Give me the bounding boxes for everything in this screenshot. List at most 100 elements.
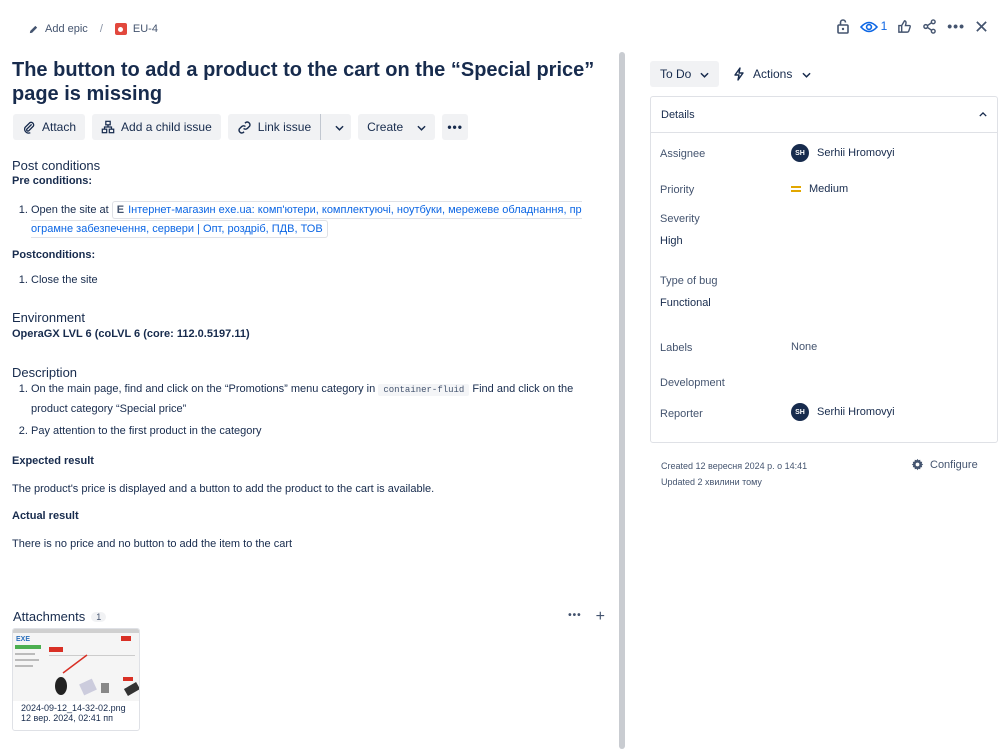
chevron-down-icon: [802, 67, 811, 81]
link-issue-dropdown[interactable]: [327, 114, 351, 140]
details-panel: Details Assignee SH Serhii Hromovyi Prio…: [650, 96, 998, 443]
add-child-label: Add a child issue: [121, 120, 212, 134]
issue-description[interactable]: Post conditions Pre conditions: Open the…: [12, 158, 612, 550]
status-dropdown[interactable]: To Do: [650, 61, 720, 87]
expected-result-text: The product's price is displayed and a b…: [12, 483, 435, 495]
development-label: Development: [660, 377, 725, 389]
pencil-icon: [28, 23, 39, 35]
attachment-preview-image: EXE: [13, 629, 139, 701]
paperclip-icon: [22, 120, 36, 135]
created-timestamp: Created 12 вересня 2024 р. о 14:41: [661, 461, 808, 471]
lightning-icon: [733, 67, 745, 82]
gear-icon: [911, 458, 924, 471]
expected-result-label: Expected result: [12, 455, 94, 467]
attachment-thumbnail[interactable]: EXE 2024-09-12_14-32-02.png 12 вер. 2024…: [12, 628, 140, 731]
environment-heading: Environment: [12, 310, 85, 325]
more-options-icon[interactable]: •••: [947, 18, 965, 34]
status-label: To Do: [660, 67, 692, 81]
issue-top-actions: 1 •••: [836, 18, 988, 34]
issue-toolbar: Attach Add a child issue Link issue Crea…: [13, 114, 469, 140]
link-issue-split-button: Link issue: [227, 114, 352, 140]
steps-list: On the main page, find and click on the …: [12, 380, 612, 441]
actual-result-label: Actual result: [12, 510, 79, 522]
attachments-title: Attachments 1: [13, 609, 107, 624]
attachments-actions: ••• +: [568, 608, 605, 624]
create-button[interactable]: Create: [358, 114, 436, 140]
postconditions-label: Postconditions:: [12, 249, 96, 261]
labels-value[interactable]: None: [791, 341, 817, 353]
avatar: SH: [791, 144, 809, 162]
more-actions-button[interactable]: •••: [442, 114, 469, 140]
post-conditions-heading: Post conditions: [12, 158, 101, 173]
chevron-up-icon: [979, 109, 987, 121]
breadcrumb: Add epic / EU-4: [28, 20, 158, 38]
add-epic-link[interactable]: Add epic: [45, 23, 88, 35]
priority-medium-icon: [791, 186, 801, 192]
svg-text:EXE: EXE: [16, 636, 30, 643]
watch-button[interactable]: 1: [859, 19, 888, 33]
add-attachment-icon[interactable]: +: [596, 608, 605, 624]
site-link-text: Інтернет-магазин exe.ua: комп'ютери, ком…: [31, 204, 582, 235]
breadcrumb-separator: /: [99, 23, 103, 35]
attachments-heading: Attachments: [13, 609, 86, 624]
content-scrollbar[interactable]: [619, 52, 625, 749]
attach-label: Attach: [42, 120, 77, 134]
actions-label: Actions: [753, 67, 793, 81]
actual-result-text: There is no price and no button to add t…: [12, 538, 293, 550]
pre-conditions-list: Open the site at EІнтернет-магазин exe.u…: [12, 201, 612, 239]
environment-value: OperaGX LVL 6 (coLVL 6 (core: 112.0.5197…: [12, 328, 250, 340]
lock-icon[interactable]: [836, 18, 850, 34]
pre-conditions-label: Pre conditions:: [12, 175, 93, 187]
bug-type-icon: [114, 23, 127, 35]
attachment-date: 12 вер. 2024, 02:41 пп: [21, 713, 113, 723]
issue-timestamps: Created 12 вересня 2024 р. о 14:41 Updat…: [661, 458, 807, 490]
details-header[interactable]: Details: [651, 97, 997, 133]
attach-button[interactable]: Attach: [13, 114, 86, 140]
list-item: Close the site: [31, 271, 612, 290]
type-of-bug-value[interactable]: Functional: [660, 297, 711, 309]
assignee-field[interactable]: SH Serhii Hromovyi: [791, 144, 895, 162]
step-text: On the main page, find and click on the …: [31, 383, 376, 395]
list-item: Pay attention to the first product in th…: [31, 422, 612, 441]
share-icon[interactable]: [922, 18, 937, 34]
issue-title[interactable]: The button to add a product to the cart …: [12, 58, 612, 106]
reporter-value: Serhii Hromovyi: [817, 406, 895, 418]
severity-label: Severity: [660, 213, 700, 225]
priority-field[interactable]: Medium: [791, 183, 848, 195]
link-issue-button[interactable]: Link issue: [228, 114, 322, 140]
attachment-caption: 2024-09-12_14-32-02.png 12 вер. 2024, 02…: [13, 701, 139, 725]
close-icon[interactable]: [975, 19, 988, 33]
actions-dropdown[interactable]: Actions: [733, 61, 811, 87]
assignee-label: Assignee: [660, 148, 706, 160]
assignee-value: Serhii Hromovyi: [817, 147, 895, 159]
postconditions-list: Close the site: [12, 271, 612, 290]
chevron-down-icon: [335, 120, 344, 134]
issue-key-link[interactable]: EU-4: [133, 23, 158, 35]
chevron-down-icon: [417, 120, 426, 134]
reporter-label: Reporter: [660, 408, 703, 420]
page-icon: E: [116, 204, 125, 216]
attachment-file-name: 2024-09-12_14-32-02.png: [21, 703, 126, 713]
severity-value[interactable]: High: [660, 235, 683, 247]
priority-value: Medium: [809, 183, 849, 195]
configure-label: Configure: [930, 458, 978, 471]
watch-count: 1: [880, 19, 888, 33]
add-child-issue-button[interactable]: Add a child issue: [92, 114, 221, 140]
updated-timestamp: Updated 2 хвилини тому: [661, 477, 762, 487]
list-item: Open the site at EІнтернет-магазин exe.u…: [31, 201, 612, 239]
list-item-text: Open the site at: [31, 204, 109, 216]
chevron-down-icon: [700, 67, 709, 81]
attachments-header: Attachments 1 ••• +: [13, 608, 605, 624]
reporter-field[interactable]: SH Serhii Hromovyi: [791, 403, 895, 421]
priority-label: Priority: [660, 184, 695, 196]
hierarchy-icon: [101, 120, 115, 135]
configure-button[interactable]: Configure: [911, 458, 978, 471]
site-inline-link[interactable]: E Інтернет-магазин exe.ua: комп'ютери, ко…: [31, 201, 582, 238]
attachments-more-icon[interactable]: •••: [568, 610, 582, 624]
thumbs-up-icon[interactable]: [897, 18, 912, 33]
link-issue-label: Link issue: [257, 120, 312, 134]
list-item: On the main page, find and click on the …: [31, 380, 612, 419]
create-label: Create: [367, 120, 404, 134]
description-heading: Description: [12, 365, 78, 380]
attachments-count: 1: [91, 611, 107, 622]
